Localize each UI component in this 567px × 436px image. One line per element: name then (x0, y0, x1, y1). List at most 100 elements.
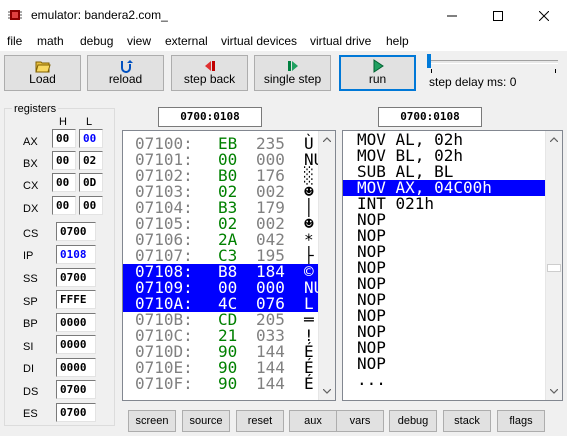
memory-hex-value: 90 (218, 374, 238, 393)
load-label: Load (29, 72, 56, 86)
register-bp-label: BP (23, 318, 38, 330)
register-bl-field[interactable]: 02 (79, 151, 103, 170)
memory-address: 0710F: (135, 374, 193, 393)
screen-button[interactable]: screen (128, 410, 176, 432)
menu-virtual-drive[interactable]: virtual drive (310, 34, 371, 48)
register-si-field[interactable]: 0000 (56, 335, 96, 354)
chevron-up-icon (323, 137, 331, 142)
register-bx-label: BX (23, 158, 38, 170)
register-sp-label: SP (23, 296, 38, 308)
menu-debug[interactable]: debug (80, 34, 113, 48)
register-cs-field[interactable]: 0700 (56, 222, 96, 241)
register-cl-field[interactable]: 0D (79, 173, 103, 192)
register-dh-field[interactable]: 00 (52, 196, 76, 215)
register-di-label: DI (23, 363, 34, 375)
register-bp-field[interactable]: 0000 (56, 313, 96, 332)
source-button[interactable]: source (182, 410, 230, 432)
step-delay-label: step delay ms: 0 (429, 75, 517, 89)
scroll-down-button[interactable] (319, 383, 335, 400)
menu-bar: file math debug view external virtual de… (0, 31, 567, 51)
load-button[interactable]: Load (4, 55, 81, 91)
low-byte-header: L (86, 116, 93, 128)
stack-button[interactable]: stack (443, 410, 491, 432)
disassembly-scrollbar[interactable] (545, 131, 562, 400)
maximize-icon (493, 10, 503, 21)
run-label: run (368, 72, 387, 86)
register-al-field[interactable]: 00 (79, 129, 103, 148)
step-back-icon (204, 61, 215, 71)
step-delay-slider-thumb[interactable] (427, 54, 431, 68)
scroll-down-button[interactable] (546, 383, 562, 400)
window-title: emulator: bandera2.com_ (31, 8, 168, 22)
chevron-up-icon (550, 137, 558, 142)
step-back-label: step back (183, 72, 236, 86)
chevron-down-icon (323, 389, 331, 394)
reload-button[interactable]: reload (87, 55, 164, 91)
single-step-button[interactable]: single step (254, 55, 331, 91)
register-ss-field[interactable]: 0700 (56, 268, 96, 287)
slider-tick (555, 69, 556, 73)
disasm-address-field[interactable]: 0700:0108 (378, 107, 482, 127)
slider-tick (431, 69, 432, 73)
memory-dec-value: 144 (256, 374, 285, 393)
close-icon (539, 10, 549, 21)
menu-external[interactable]: external (165, 34, 208, 48)
register-ip-field[interactable]: 0108 (56, 245, 96, 264)
register-di-field[interactable]: 0000 (56, 358, 96, 377)
high-byte-header: H (59, 116, 67, 128)
chevron-down-icon (550, 389, 558, 394)
close-button[interactable] (521, 0, 567, 31)
step-back-button[interactable]: step back (171, 55, 248, 91)
title-bar: emulator: bandera2.com_ (0, 0, 567, 31)
run-button[interactable]: run (339, 55, 416, 91)
register-ax-label: AX (23, 136, 38, 148)
register-cx-label: CX (23, 180, 39, 192)
register-dl-field[interactable]: 00 (79, 196, 103, 215)
scrollbar-thumb[interactable] (547, 264, 561, 272)
memory-list[interactable]: 07100: EB 235 Ù 07101: 00 000 NU 07102: B0 176 ░ 071… (122, 130, 336, 401)
menu-math[interactable]: math (37, 34, 64, 48)
register-ds-field[interactable]: 0700 (56, 380, 96, 399)
register-sp-field[interactable]: FFFE (56, 290, 96, 309)
register-es-label: ES (23, 408, 38, 420)
single-step-icon (287, 61, 298, 71)
maximize-button[interactable] (475, 0, 521, 31)
reset-button[interactable]: reset (236, 410, 284, 432)
register-bh-field[interactable]: 00 (52, 151, 76, 170)
emulator-chip-icon (8, 10, 22, 20)
scroll-up-button[interactable] (546, 131, 562, 148)
reload-label: reload (108, 72, 143, 86)
register-si-label: SI (23, 341, 34, 353)
menu-virtual-devices[interactable]: virtual devices (221, 34, 297, 48)
reload-icon (120, 60, 133, 73)
aux-button[interactable]: aux (289, 410, 337, 432)
register-es-field[interactable]: 0700 (56, 403, 96, 422)
register-ds-label: DS (23, 386, 39, 398)
disassembly-list[interactable]: MOV AL, 02h MOV BL, 02h SUB AL, BL MOV AX, … (342, 130, 563, 401)
memory-char: É (304, 374, 314, 393)
memory-row[interactable]: 0710F: 90 144 É (123, 376, 322, 392)
disassembly-row[interactable]: ... (343, 372, 547, 388)
minimize-icon (447, 15, 457, 16)
register-dx-label: DX (23, 203, 39, 215)
register-ip-label: IP (23, 250, 34, 262)
flags-button[interactable]: flags (497, 410, 545, 432)
menu-help[interactable]: help (386, 34, 409, 48)
register-ch-field[interactable]: 00 (52, 173, 76, 192)
register-cs-label: CS (23, 228, 39, 240)
open-folder-icon (34, 61, 51, 73)
single-step-label: single step (263, 72, 322, 86)
scroll-up-button[interactable] (319, 131, 335, 148)
vars-button[interactable]: vars (336, 410, 384, 432)
debug-button[interactable]: debug (389, 410, 437, 432)
register-ss-label: SS (23, 273, 38, 285)
registers-group-label: registers (12, 103, 59, 115)
menu-file[interactable]: file (7, 34, 22, 48)
minimize-button[interactable] (429, 0, 475, 31)
register-ah-field[interactable]: 00 (52, 129, 76, 148)
run-icon (373, 59, 384, 73)
menu-view[interactable]: view (127, 34, 151, 48)
memory-address-field[interactable]: 0700:0108 (158, 107, 262, 127)
step-delay-slider-track[interactable] (428, 60, 558, 64)
memory-scrollbar[interactable] (318, 131, 335, 400)
